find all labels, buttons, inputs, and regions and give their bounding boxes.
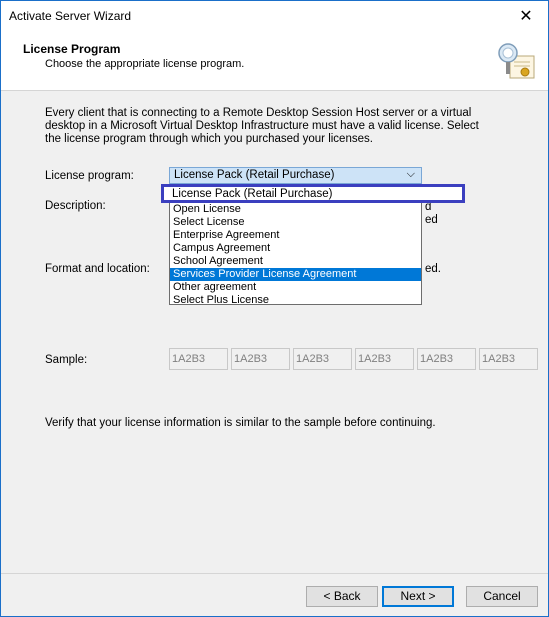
license-program-combobox[interactable]: License Pack (Retail Purchase) ⌵ <box>169 167 422 184</box>
description-label: Description: <box>45 200 106 212</box>
wizard-window: Activate Server Wizard ✕ License Program… <box>0 0 549 617</box>
license-program-dropdown-list[interactable]: Open License Select License Enterprise A… <box>169 185 422 307</box>
verify-text: Verify that your license information is … <box>45 417 436 429</box>
description-text-fragment: ed <box>425 214 438 226</box>
sample-field: 1A2B3 <box>169 348 228 370</box>
list-item[interactable]: School Agreement <box>170 255 421 268</box>
sample-field: 1A2B3 <box>479 348 538 370</box>
sample-field: 1A2B3 <box>231 348 290 370</box>
intro-text: Every client that is connecting to a Rem… <box>45 107 485 146</box>
close-icon[interactable]: ✕ <box>504 1 548 32</box>
format-location-label: Format and location: <box>45 263 150 275</box>
list-item[interactable]: Other agreement <box>170 281 421 294</box>
sample-field: 1A2B3 <box>417 348 476 370</box>
highlighted-list-item[interactable]: License Pack (Retail Purchase) <box>161 184 465 203</box>
list-item[interactable]: Select Plus License <box>170 294 421 307</box>
combobox-value: License Pack (Retail Purchase) <box>174 169 335 181</box>
sample-label: Sample: <box>45 354 88 366</box>
footer-divider <box>1 573 548 574</box>
next-button[interactable]: Next > <box>382 586 454 607</box>
back-button[interactable]: < Back <box>306 586 378 607</box>
title-bar: Activate Server Wizard ✕ <box>1 1 548 32</box>
wizard-header: License Program Choose the appropriate l… <box>1 32 548 91</box>
chevron-down-icon[interactable]: ⌵ <box>407 168 415 181</box>
cancel-button[interactable]: Cancel <box>466 586 538 607</box>
license-program-label: License program: <box>45 170 134 182</box>
certificate-wizard-icon <box>498 43 535 79</box>
format-text-fragment: ed. <box>425 263 441 275</box>
list-item[interactable]: Open License <box>170 203 421 216</box>
sample-field: 1A2B3 <box>293 348 352 370</box>
window-title: Activate Server Wizard <box>9 9 132 23</box>
list-item[interactable]: Select License <box>170 216 421 229</box>
intro-line: Every client that is connecting to a Rem… <box>45 107 472 119</box>
page-subtitle: Choose the appropriate license program. <box>45 58 245 70</box>
list-item[interactable]: Campus Agreement <box>170 242 421 255</box>
intro-line: the license program through which you pu… <box>45 133 373 145</box>
highlighted-item-label: License Pack (Retail Purchase) <box>172 188 333 200</box>
list-item-selected[interactable]: Services Provider License Agreement <box>170 268 421 281</box>
list-item[interactable]: Enterprise Agreement <box>170 229 421 242</box>
sample-field: 1A2B3 <box>355 348 414 370</box>
intro-line: desktop in a Microsoft Virtual Desktop I… <box>45 120 479 132</box>
page-title: License Program <box>23 42 121 56</box>
